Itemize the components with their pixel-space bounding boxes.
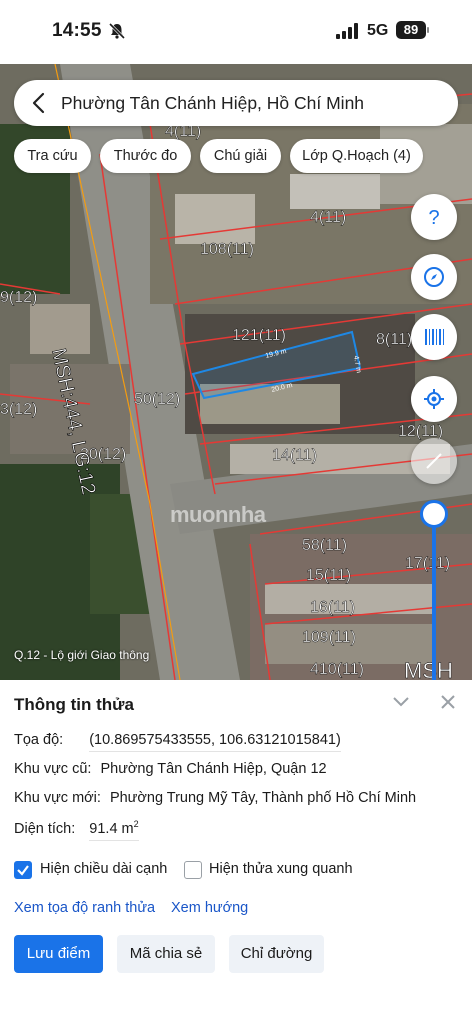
status-time: 14:55: [52, 20, 102, 41]
close-icon[interactable]: [440, 694, 456, 710]
parcel-label: 17(11): [405, 555, 450, 572]
network-type: 5G: [367, 22, 389, 39]
my-location-icon: [424, 389, 444, 409]
checkbox-edge-length[interactable]: [14, 861, 32, 879]
help-button[interactable]: ?: [411, 194, 457, 240]
opacity-slider-knob[interactable]: [420, 500, 448, 528]
parcel-label: 4(11): [310, 209, 346, 226]
svg-text:?: ?: [428, 207, 439, 229]
bell-muted-icon: [108, 22, 126, 40]
checkbox-neighbors-label[interactable]: Hiện thửa xung quanh: [209, 861, 353, 877]
old-area-row: Khu vực cũ: Phường Tân Chánh Hiệp, Quận …: [14, 761, 327, 777]
barcode-icon: [425, 329, 444, 345]
parcel-info-sheet: Thông tin thửa Tọa độ: (10.869575433555,…: [0, 680, 472, 1024]
parcel-label: 410(11): [310, 661, 364, 678]
watermark: muonnha: [170, 502, 266, 527]
layer-toggle-button[interactable]: [411, 438, 457, 484]
share-code-button[interactable]: Mã chia sẻ: [117, 935, 215, 973]
battery-icon: 89: [396, 21, 426, 39]
back-arrow-icon[interactable]: [30, 92, 48, 114]
parcel-label: 9(12): [0, 289, 37, 306]
checkmark-icon: [17, 865, 29, 876]
area-unit-sup: 2: [133, 819, 139, 829]
chip-lookup[interactable]: Tra cứu: [14, 139, 91, 173]
area-value: 91.4 m: [89, 820, 134, 837]
checkbox-edge-length-label[interactable]: Hiện chiều dài cạnh: [40, 861, 167, 877]
save-point-button[interactable]: Lưu điểm: [14, 935, 103, 973]
help-icon: ?: [428, 207, 439, 229]
directions-button[interactable]: Chỉ đường: [229, 935, 324, 973]
layer-toggle-icon: [426, 453, 442, 469]
compass-icon: [424, 267, 444, 287]
chip-planning-layer[interactable]: Lớp Q.Hoạch (4): [290, 139, 423, 173]
opacity-slider-track[interactable]: [432, 524, 436, 680]
new-area-value: Phường Trung Mỹ Tây, Thành phố Hồ Chí Mi…: [109, 790, 417, 806]
compass-button[interactable]: [411, 254, 457, 300]
old-area-label: Khu vực cũ:: [14, 761, 92, 777]
new-area-row: Khu vực mới: Phường Trung Mỹ Tây, Thành …: [14, 790, 416, 806]
chevron-down-icon[interactable]: [392, 696, 410, 708]
parcel-label: 3(12): [0, 401, 37, 418]
coords-row: Tọa độ: (10.869575433555, 106.6312101584…: [14, 732, 341, 752]
parcel-label: 109(11): [302, 629, 356, 646]
parcel-label: 121(11): [232, 327, 286, 344]
parcel-label: 108(11): [200, 241, 254, 258]
parcel-label: 14(11): [272, 447, 317, 464]
legend-note: Q.12 - Lộ giới Giao thông: [14, 648, 150, 662]
road-label-right: MSH: [404, 658, 453, 680]
checkbox-neighbors[interactable]: [184, 861, 202, 879]
link-direction[interactable]: Xem hướng: [171, 900, 248, 916]
coords-value: (10.869575433555, 106.63121015841): [89, 732, 341, 752]
area-row: Diện tích: 91.4 m2: [14, 819, 139, 841]
link-boundary-coords[interactable]: Xem tọa độ ranh thửa: [14, 900, 155, 916]
chip-measure[interactable]: Thước đo: [100, 139, 191, 173]
location-title: Phường Tân Chánh Hiệp, Hồ Chí Minh: [61, 93, 365, 113]
coords-label: Tọa độ:: [14, 732, 64, 748]
status-bar: 14:55 5G 89: [0, 0, 472, 64]
old-area-value: Phường Tân Chánh Hiệp, Quận 12: [100, 761, 327, 777]
parcel-label: 16(11): [310, 599, 355, 616]
battery-tip: [427, 27, 429, 33]
barcode-button[interactable]: [411, 314, 457, 360]
my-location-button[interactable]: [411, 376, 457, 422]
parcel-label: 50(12): [134, 391, 180, 408]
parcel-label: 8(11): [376, 331, 412, 348]
cellular-signal-icon: [336, 23, 358, 39]
new-area-label: Khu vực mới:: [14, 790, 101, 806]
search-bar[interactable]: Phường Tân Chánh Hiệp, Hồ Chí Minh: [14, 80, 458, 126]
map-view[interactable]: 4(11) 108(11) 121(11) 8(11) 12(11) 50(12…: [0, 64, 472, 680]
chip-legend[interactable]: Chú giải: [200, 139, 281, 173]
sheet-title: Thông tin thửa: [14, 695, 134, 714]
parcel-label: 58(11): [302, 537, 347, 554]
parcel-label: 15(11): [306, 567, 351, 584]
area-label: Diện tích:: [14, 820, 76, 837]
